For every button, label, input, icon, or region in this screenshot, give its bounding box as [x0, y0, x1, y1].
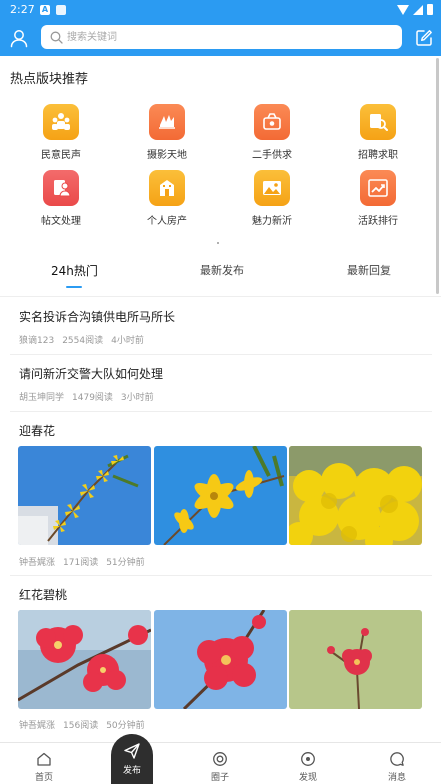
document-person-icon [43, 170, 79, 206]
category-label: 魅力新沂 [252, 216, 292, 227]
post-image[interactable] [18, 610, 151, 709]
category-label: 二手供求 [252, 150, 292, 161]
status-time: 2:27 [10, 3, 35, 16]
post-author: 钟吾娓涨 [19, 558, 56, 568]
bottom-navigation: 首页 圈子 发现 消息 [0, 742, 441, 784]
category-photography[interactable]: 摄影天地 [117, 104, 217, 161]
app-notification-icon: A [40, 5, 50, 15]
search-input[interactable] [67, 28, 387, 46]
post-reads: 156阅读 [63, 721, 99, 731]
category-label: 民意民声 [41, 150, 81, 161]
post-meta: 钟吾娓涨 156阅读 50分钟前 [19, 718, 145, 731]
post-time: 3小时前 [120, 393, 154, 403]
post-author: 胡玉坤同学 [19, 393, 65, 403]
post-image[interactable] [18, 446, 151, 545]
post-meta: 胡玉坤同学 1479阅读 3小时前 [19, 390, 154, 403]
category-label: 帖文处理 [41, 216, 81, 227]
post-meta: 狼谪123 2554阅读 4小时前 [19, 333, 144, 346]
category-label: 活跃排行 [358, 216, 398, 227]
discover-icon [301, 752, 315, 766]
post-time: 4小时前 [111, 336, 144, 346]
active-tab-indicator [66, 286, 82, 288]
post-title: 迎春花 [19, 424, 56, 438]
post-meta: 钟吾娓涨 171阅读 51分钟前 [19, 555, 145, 568]
post-title: 实名投诉合沟镇供电所马所长 [19, 310, 176, 324]
nav-home[interactable]: 首页 [24, 751, 64, 783]
category-label: 摄影天地 [147, 150, 187, 161]
hot-section-title: 热点版块推荐 [10, 72, 89, 87]
category-secondhand[interactable]: 二手供求 [222, 104, 322, 161]
nav-circle-label: 圈子 [210, 773, 229, 783]
nav-circle[interactable]: 圈子 [200, 751, 240, 783]
post-image[interactable] [289, 610, 422, 709]
message-icon [390, 752, 404, 766]
category-label: 个人房产 [147, 216, 187, 227]
post-time: 50分钟前 [106, 721, 145, 731]
notification-icon [56, 5, 66, 15]
divider [10, 354, 432, 355]
landscape-icon [254, 170, 290, 206]
nav-messages-label: 消息 [387, 773, 406, 783]
user-profile-icon[interactable] [9, 28, 29, 48]
top-app-bar [0, 20, 441, 56]
post-title: 红花碧桃 [19, 588, 68, 602]
people-icon [43, 104, 79, 140]
send-icon [124, 743, 140, 759]
post-image[interactable] [154, 610, 287, 709]
nav-discover[interactable]: 发现 [288, 751, 328, 783]
home-icon [37, 752, 51, 766]
post-image[interactable] [154, 446, 287, 545]
category-label: 招聘求职 [358, 150, 398, 161]
divider [10, 575, 432, 576]
nav-discover-label: 发现 [298, 773, 317, 783]
category-charm-xinyi[interactable]: 魅力新沂 [222, 170, 322, 227]
post-time: 51分钟前 [106, 558, 145, 568]
job-search-icon [360, 104, 396, 140]
category-post-handling[interactable]: 帖文处理 [11, 170, 111, 227]
scrollbar[interactable] [436, 58, 439, 294]
category-jobs[interactable]: 招聘求职 [328, 104, 428, 161]
post-image[interactable] [289, 446, 422, 545]
basket-icon [254, 104, 290, 140]
camera-hands-icon [149, 104, 185, 140]
divider [0, 296, 441, 297]
edit-icon[interactable] [415, 29, 433, 47]
post-reads: 2554阅读 [62, 336, 104, 346]
tab-24h-hot[interactable]: 24h热门 [51, 262, 98, 279]
signal-icon [413, 4, 423, 15]
category-property[interactable]: 个人房产 [117, 170, 217, 227]
circle-icon [213, 752, 227, 766]
wifi-icon [397, 4, 409, 15]
post-reads: 171阅读 [63, 558, 99, 568]
nav-home-label: 首页 [34, 773, 53, 783]
publish-button[interactable]: 发布 [111, 734, 153, 784]
search-bar[interactable] [41, 25, 402, 49]
tab-latest-posts[interactable]: 最新发布 [200, 262, 244, 278]
post-reads: 1479阅读 [72, 393, 113, 403]
status-bar: 2:27 A [0, 0, 441, 20]
post-title: 请问新沂交警大队如何处理 [19, 367, 164, 381]
tab-latest-replies[interactable]: 最新回复 [347, 262, 391, 278]
battery-icon [427, 4, 433, 15]
page-indicator [217, 242, 219, 244]
post-author: 狼谪123 [19, 336, 55, 346]
building-icon [149, 170, 185, 206]
publish-label: 发布 [122, 766, 141, 776]
category-active-ranking[interactable]: 活跃排行 [328, 170, 428, 227]
search-icon [50, 31, 63, 44]
nav-messages[interactable]: 消息 [377, 751, 417, 783]
divider [10, 411, 432, 412]
category-minyi[interactable]: 民意民声 [11, 104, 111, 161]
trend-chart-icon [360, 170, 396, 206]
post-author: 钟吾娓涨 [19, 721, 56, 731]
feed-tabs: 24h热门 最新发布 最新回复 [0, 254, 441, 292]
